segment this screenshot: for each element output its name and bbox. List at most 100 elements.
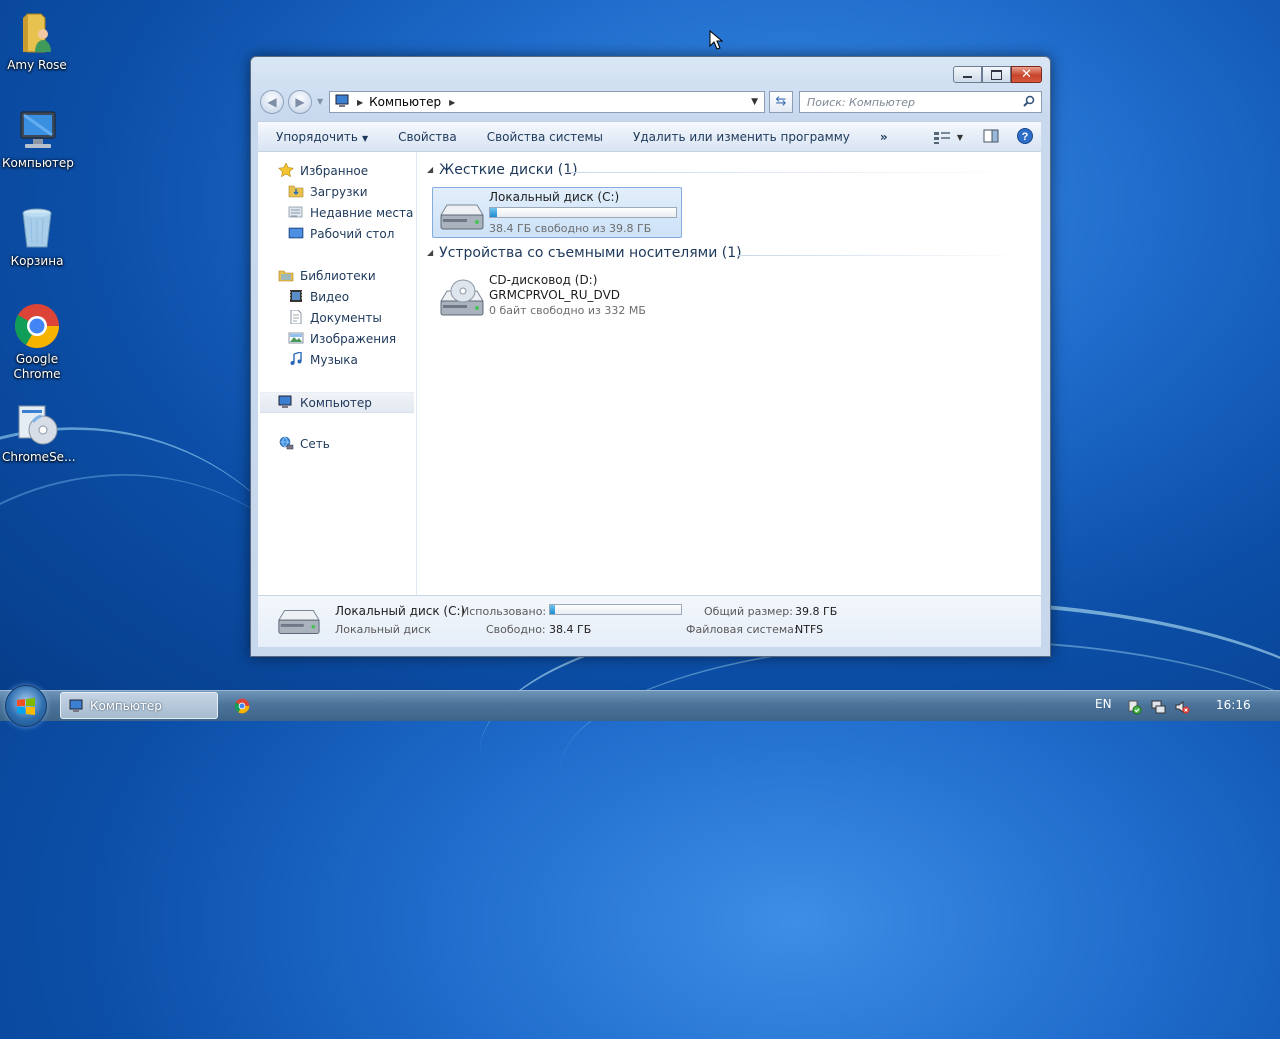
forward-button[interactable]: ▶ — [288, 90, 312, 114]
navigation-pane: Избранное Загрузки Недавние места Рабочи… — [258, 152, 417, 596]
nav-label: Видео — [310, 290, 350, 304]
language-indicator[interactable]: EN — [1095, 697, 1112, 711]
command-bar: Упорядочить ▼ Свойства Свойства системы У… — [258, 121, 1041, 152]
details-fs-label: Файловая система: — [686, 623, 798, 636]
search-input[interactable]: Поиск: Компьютер — [799, 91, 1042, 113]
change-view-button[interactable]: ▼ — [933, 131, 963, 145]
start-button[interactable] — [5, 685, 47, 727]
chevron-down-icon: ▼ — [956, 133, 963, 142]
nav-label: Избранное — [300, 164, 369, 178]
nav-downloads[interactable]: Загрузки — [288, 182, 368, 203]
properties-button[interactable]: Свойства — [383, 130, 472, 144]
desktop-icon-user[interactable]: Amy Rose — [2, 8, 72, 73]
details-used-label: Использовано: — [461, 605, 547, 618]
nav-label: Музыка — [310, 353, 358, 367]
nav-documents[interactable]: Документы — [288, 308, 382, 329]
caption-buttons: ✕ — [953, 66, 1042, 83]
help-icon: ? — [1017, 128, 1033, 144]
details-pane: Локальный диск (C:) Локальный диск Испол… — [258, 595, 1041, 647]
nav-video[interactable]: Видео — [288, 287, 349, 308]
preview-pane-button[interactable] — [983, 129, 999, 146]
recycle-bin-icon — [13, 204, 61, 252]
uninstall-program-button[interactable]: Удалить или изменить программу — [618, 130, 865, 144]
nav-recent-places[interactable]: Недавние места — [288, 203, 413, 224]
nav-label: Компьютер — [300, 396, 372, 410]
nav-label: Рабочий стол — [310, 227, 395, 241]
recent-pages-button[interactable]: ▼ — [317, 97, 323, 106]
breadcrumb-chevron-icon[interactable]: ▶ — [449, 98, 455, 107]
taskbar-button-explorer[interactable]: Компьютер — [60, 692, 218, 719]
taskbar-button-label: Компьютер — [90, 699, 162, 713]
restore-icon — [991, 69, 1002, 80]
breadcrumb-chevron-icon[interactable]: ▶ — [357, 98, 363, 107]
details-total-value: 39.8 ГБ — [795, 605, 838, 618]
drive-name: CD-дисковод (D:) — [489, 273, 598, 287]
collapse-icon: ◢ — [427, 165, 434, 174]
file-view: ◢ Жесткие диски (1) Локальный диск (C:) 3… — [417, 152, 1041, 596]
network-tray-icon[interactable] — [1150, 699, 1166, 718]
minimize-icon — [963, 76, 972, 78]
minimize-button[interactable] — [953, 66, 982, 83]
desktop-icon-label: Google Chrome — [13, 352, 61, 381]
nav-computer[interactable]: Компьютер — [260, 392, 414, 413]
music-icon — [290, 352, 302, 365]
group-title: Устройства со съемными носителями (1) — [439, 245, 742, 261]
more-commands-button[interactable]: » — [865, 130, 903, 144]
installer-icon — [13, 400, 61, 448]
desktop-icon-chrome[interactable]: Google Chrome — [2, 302, 72, 382]
close-icon: ✕ — [1021, 67, 1032, 82]
help-button[interactable]: ? — [1017, 128, 1033, 147]
address-location[interactable]: Компьютер — [369, 95, 441, 109]
windows-logo-icon — [17, 698, 35, 715]
video-icon — [290, 290, 302, 302]
taskbar-button-chrome[interactable] — [226, 692, 260, 719]
network-icon — [279, 436, 294, 450]
desktop-icon-recycle-bin[interactable]: Корзина — [2, 204, 72, 269]
chevron-down-icon: ▼ — [317, 97, 324, 106]
nav-music[interactable]: Музыка — [288, 350, 358, 371]
desktop-icon-computer[interactable]: Компьютер — [2, 106, 74, 171]
address-bar[interactable]: ▶ Компьютер ▶ ▼ — [329, 91, 765, 113]
refresh-button[interactable]: ⇆ — [769, 91, 793, 113]
maximize-button[interactable] — [982, 66, 1011, 83]
drive-free-space: 38.4 ГБ свободно из 39.8 ГБ — [489, 222, 652, 235]
desktop-icon-chromesetup[interactable]: ChromeSe... — [2, 400, 76, 465]
taskbar: Компьютер EN 16:16 — [0, 685, 1280, 727]
cd-drive-icon — [440, 279, 484, 316]
details-drive-type: Локальный диск — [335, 623, 431, 636]
details-fs-value: NTFS — [795, 623, 824, 636]
group-header-removable[interactable]: ◢ Устройства со съемными носителями (1) — [427, 245, 742, 261]
system-properties-button[interactable]: Свойства системы — [472, 130, 618, 144]
nav-favorites[interactable]: Избранное — [278, 161, 368, 182]
svg-text:?: ? — [1022, 131, 1029, 143]
computer-icon — [69, 699, 83, 712]
clock[interactable]: 16:16 — [1216, 698, 1251, 712]
search-icon[interactable] — [1023, 95, 1035, 110]
action-center-icon[interactable] — [1126, 699, 1142, 718]
recent-places-icon — [288, 206, 303, 218]
address-dropdown-icon[interactable]: ▼ — [751, 97, 758, 107]
nav-libraries[interactable]: Библиотеки — [278, 266, 376, 287]
volume-muted-icon[interactable] — [1174, 699, 1190, 718]
group-header-hard-drives[interactable]: ◢ Жесткие диски (1) — [427, 162, 578, 178]
hard-drive-icon — [440, 204, 484, 230]
chrome-icon — [13, 302, 61, 350]
nav-network[interactable]: Сеть — [278, 434, 330, 455]
user-folder-icon — [13, 8, 61, 56]
organize-label: Упорядочить — [276, 130, 358, 144]
desktop-folder-icon — [288, 227, 304, 239]
nav-images[interactable]: Изображения — [288, 329, 396, 350]
downloads-folder-icon — [288, 185, 304, 198]
details-free-label: Свободно: — [486, 623, 546, 636]
back-button[interactable]: ◀ — [260, 90, 284, 114]
drive-c[interactable]: Локальный диск (C:) 38.4 ГБ свободно из … — [432, 187, 682, 238]
drive-d[interactable]: CD-дисковод (D:) GRMCPRVOL_RU_DVD 0 байт… — [432, 270, 682, 326]
search-placeholder: Поиск: Компьютер — [807, 96, 915, 109]
nav-desktop[interactable]: Рабочий стол — [288, 224, 394, 245]
close-button[interactable]: ✕ — [1011, 66, 1042, 83]
group-divider — [567, 172, 1027, 173]
details-free-value: 38.4 ГБ — [549, 623, 592, 636]
back-arrow-icon: ◀ — [267, 95, 277, 109]
documents-icon — [290, 310, 302, 324]
organize-button[interactable]: Упорядочить ▼ — [258, 130, 383, 144]
